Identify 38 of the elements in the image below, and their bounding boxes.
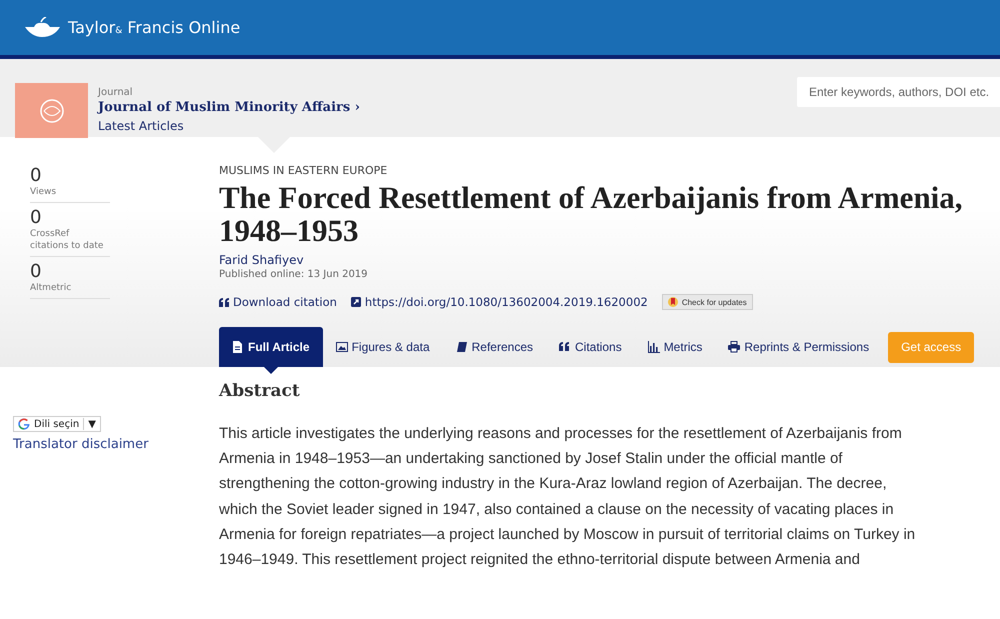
bookmark-icon <box>668 297 678 307</box>
document-icon <box>232 341 244 353</box>
article-section: MUSLIMS IN EASTERN EUROPE <box>219 164 1000 177</box>
tab[interactable]: Citations <box>546 327 635 367</box>
tab[interactable]: Metrics <box>634 327 716 367</box>
printer-icon <box>728 341 740 353</box>
language-select[interactable]: Dili seçin ▼ <box>13 416 101 432</box>
author-link[interactable]: Farid Shafiyev <box>219 253 1000 267</box>
logo-text[interactable]: Taylor& Francis Online <box>68 18 240 37</box>
translator-disclaimer-link[interactable]: Translator disclaimer <box>13 437 219 452</box>
metric-label: Altmetric <box>30 282 72 294</box>
tab[interactable]: Reprints & Permissions <box>715 327 882 367</box>
search-field[interactable]: Enter keywords, authors, DOI etc. <box>797 77 1000 107</box>
article-title: The Forced Resettlement of Azerbaijanis from Armenia, 1948–1953 <box>219 181 964 247</box>
metric-label: Views <box>30 186 58 198</box>
external-link-icon <box>350 297 361 307</box>
metric-value: 0 <box>30 165 42 186</box>
journal-label: Journal <box>98 87 134 98</box>
latest-articles-link[interactable]: Latest Articles <box>98 119 360 133</box>
bar-chart-icon <box>648 341 660 353</box>
journal-cover[interactable] <box>15 83 88 138</box>
abstract-text: This article investigates the underlying reasons and processes for the resettlement of Azerbaijanis from Armenia in 1948–1953—an undertaking sanctioned by Josef Stalin under the official mantle of strengthening the cotton-growing industry in the Kura-Araz lowland region of Azerbaijan. The decree, which the Soviet leader signed in 1947, also contained a clause on the necessity of vacating places in Armenia for foreign repatriates—a project launched by Moscow in pursuit of territorial claims on Turkey in 1946–1949. This resettlement project reignited the ethno-territorial dispute between Armenia and <box>219 424 916 570</box>
tab[interactable]: Figures & data <box>322 327 443 367</box>
image-icon <box>336 341 348 353</box>
doi-link[interactable]: https://doi.org/10.1080/13602004.2019.1620002 <box>350 295 648 309</box>
quote-icon <box>219 298 229 306</box>
lamp-logo-icon <box>24 16 62 38</box>
google-g-icon <box>18 418 30 430</box>
published-date: Published online: 13 Jun 2019 <box>219 269 369 280</box>
metric-value: 0 <box>30 207 42 228</box>
check-updates-button[interactable]: Check for updates <box>662 294 753 310</box>
download-citation-link[interactable]: Download citation <box>219 295 337 309</box>
tab[interactable]: References <box>442 327 546 367</box>
metric-value: 0 <box>30 261 42 282</box>
quote-icon <box>559 341 571 353</box>
abstract-heading: Abstract <box>219 381 301 401</box>
metric-label: CrossRef citations to date <box>30 228 104 252</box>
journal-title-link[interactable]: Journal of Muslim Minority Affairs › <box>98 100 360 115</box>
